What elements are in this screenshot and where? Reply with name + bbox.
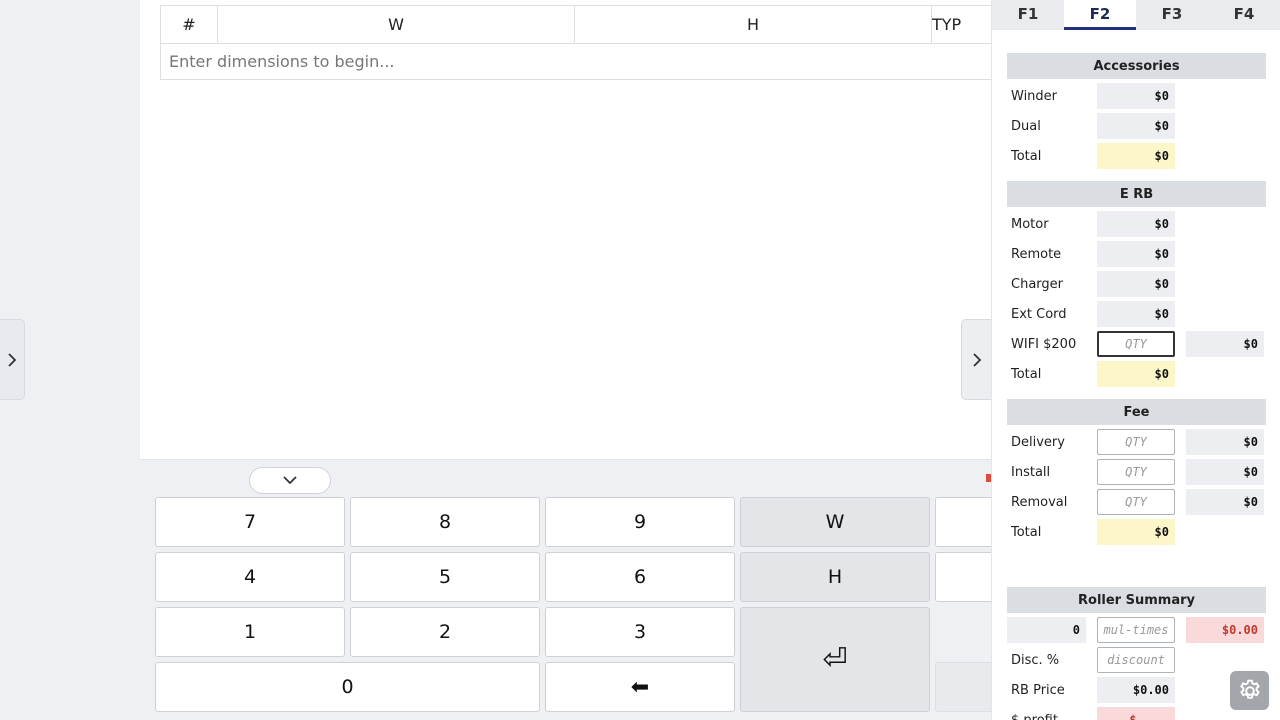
remote-label: Remote (1011, 246, 1062, 262)
column-header-height: H (574, 5, 932, 44)
erb-total-label: Total (1011, 366, 1042, 382)
key-extra-1[interactable] (935, 497, 991, 547)
key-4[interactable]: 4 (155, 552, 345, 602)
tab-f2[interactable]: F2 (1064, 0, 1136, 30)
charger-label: Charger (1011, 276, 1063, 292)
settings-button[interactable] (1230, 671, 1269, 710)
install-value: $0 (1186, 459, 1264, 485)
fee-header: Fee (1007, 399, 1266, 425)
chevron-right-icon (8, 352, 17, 367)
removal-qty-input[interactable]: QTY (1097, 489, 1175, 515)
function-tabs: F1 F2 F3 F4 (992, 0, 1280, 30)
dual-value: $0 (1097, 113, 1175, 139)
erb-total-value: $0 (1097, 361, 1175, 387)
profit-value: $ (1097, 707, 1175, 720)
wifi-value: $0 (1186, 331, 1264, 357)
ext-cord-label: Ext Cord (1011, 306, 1067, 322)
delivery-label: Delivery (1011, 434, 1065, 450)
dual-label: Dual (1011, 118, 1041, 134)
remote-value: $0 (1097, 241, 1175, 267)
erb-header: E RB (1007, 181, 1266, 207)
wifi-label: WIFI $200 (1011, 336, 1077, 352)
key-height[interactable]: H (740, 552, 930, 602)
fee-total-label: Total (1011, 524, 1042, 540)
multiplier-input[interactable]: mul-times (1097, 617, 1175, 643)
roller-amount-value: $0.00 (1186, 617, 1264, 643)
delivery-qty-input[interactable]: QTY (1097, 429, 1175, 455)
winder-value: $0 (1097, 83, 1175, 109)
wifi-qty-input[interactable]: QTY (1097, 331, 1175, 357)
tab-f4[interactable]: F4 (1208, 0, 1280, 30)
rb-price-label: RB Price (1011, 682, 1065, 698)
column-header-type: TYP (931, 5, 991, 44)
accessories-header: Accessories (1007, 53, 1266, 79)
key-7[interactable]: 7 (155, 497, 345, 547)
fee-total-value: $0 (1097, 519, 1175, 545)
removal-value: $0 (1186, 489, 1264, 515)
tab-f1[interactable]: F1 (992, 0, 1064, 30)
pricing-sidebar: F1 F2 F3 F4 Accessories Winder $0 Dual $… (991, 0, 1280, 720)
charger-value: $0 (1097, 271, 1175, 297)
dimensions-panel: # W H TYP Enter dimensions to begin... (140, 0, 991, 460)
gear-icon (1239, 679, 1260, 699)
profit-label: $ profit (1011, 712, 1058, 720)
key-3[interactable]: 3 (545, 607, 735, 657)
backspace-key[interactable]: ⬅ (545, 662, 735, 712)
key-5[interactable]: 5 (350, 552, 540, 602)
key-0[interactable]: 0 (155, 662, 540, 712)
motor-value: $0 (1097, 211, 1175, 237)
winder-label: Winder (1011, 88, 1058, 104)
column-header-number: # (160, 5, 218, 44)
enter-icon: ⏎ (822, 642, 848, 677)
key-6[interactable]: 6 (545, 552, 735, 602)
roller-summary-header: Roller Summary (1007, 587, 1266, 613)
numeric-keypad: 7 8 9 W 4 5 6 H 1 2 3 ⏎ 0 ⬅ (140, 460, 991, 720)
discount-label: Disc. % (1011, 652, 1060, 668)
motor-label: Motor (1011, 216, 1049, 232)
chevron-down-icon (283, 476, 297, 485)
delivery-value: $0 (1186, 429, 1264, 455)
backspace-icon: ⬅ (630, 674, 650, 700)
key-2[interactable]: 2 (350, 607, 540, 657)
key-extra-2[interactable] (935, 552, 991, 602)
discount-input[interactable]: discount (1097, 647, 1175, 673)
dimensions-table: # W H TYP Enter dimensions to begin... (160, 5, 991, 80)
roller-count-value: 0 (1007, 617, 1086, 643)
key-extra-3[interactable] (935, 662, 991, 712)
column-header-width: W (217, 5, 575, 44)
install-qty-input[interactable]: QTY (1097, 459, 1175, 485)
key-8[interactable]: 8 (350, 497, 540, 547)
rb-price-value: $0.00 (1097, 677, 1175, 703)
collapse-keypad-button[interactable] (249, 467, 331, 494)
key-1[interactable]: 1 (155, 607, 345, 657)
install-label: Install (1011, 464, 1051, 480)
accessories-total-label: Total (1011, 148, 1042, 164)
enter-key[interactable]: ⏎ (740, 607, 930, 712)
tab-f3[interactable]: F3 (1136, 0, 1208, 30)
removal-label: Removal (1011, 494, 1068, 510)
expand-right-panel-button[interactable] (961, 319, 991, 400)
key-9[interactable]: 9 (545, 497, 735, 547)
chevron-right-icon (972, 352, 981, 367)
key-width[interactable]: W (740, 497, 930, 547)
ext-cord-value: $0 (1097, 301, 1175, 327)
expand-left-panel-button[interactable] (0, 319, 25, 400)
accessories-total-value: $0 (1097, 143, 1175, 169)
empty-table-message: Enter dimensions to begin... (160, 43, 991, 80)
